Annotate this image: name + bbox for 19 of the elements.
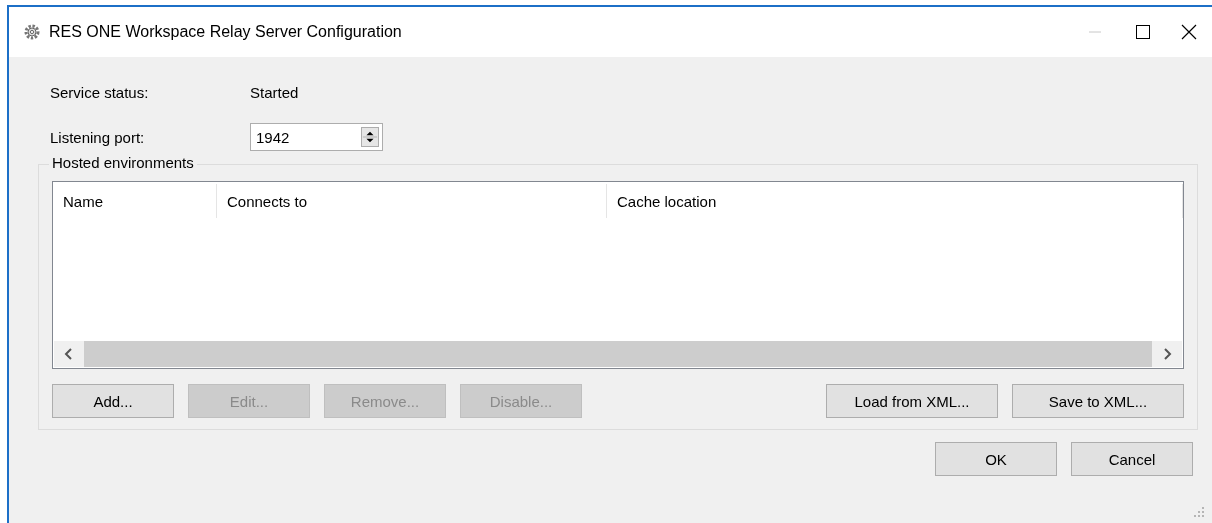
field-label: Listening port:: [50, 128, 146, 146]
status-value: Started: [250, 83, 299, 101]
dialog-button[interactable]: Load from XML...: [826, 384, 998, 418]
spin-arrows-icon[interactable]: [361, 127, 379, 147]
port-field[interactable]: 1942: [250, 123, 383, 151]
gear-icon: [23, 23, 41, 41]
dialog-button[interactable]: Save to XML...: [1012, 384, 1184, 418]
dialog-button[interactable]: Cancel: [1071, 442, 1193, 476]
group-title: Hosted environments: [49, 154, 197, 171]
environments-list[interactable]: Name Connects to Cache location: [52, 181, 1184, 369]
horizontal-scrollbar[interactable]: [54, 341, 1182, 367]
column-header[interactable]: Connects to: [217, 184, 607, 218]
dialog-button[interactable]: Add...: [52, 384, 174, 418]
column-header[interactable]: Cache location: [607, 184, 1183, 218]
field-label: Service status:: [50, 83, 150, 101]
window-title: RES ONE Workspace Relay Server Configuration: [49, 23, 402, 41]
column-header[interactable]: Name: [53, 184, 217, 218]
dialog-button[interactable]: OK: [935, 442, 1057, 476]
resize-grip-icon[interactable]: [1194, 507, 1204, 517]
